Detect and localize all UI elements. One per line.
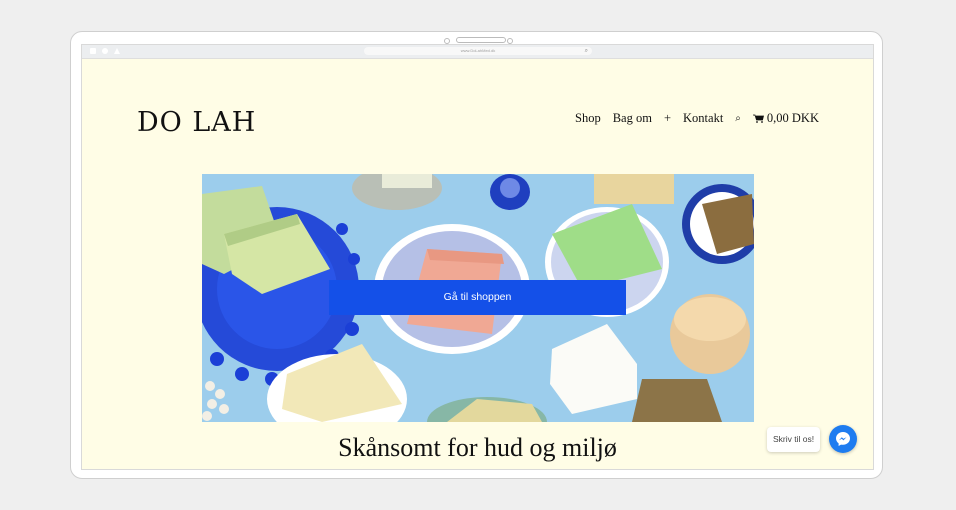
site-logo[interactable]: DO LAH xyxy=(137,107,256,138)
nav-item-shop[interactable]: Shop xyxy=(575,111,601,126)
cart-icon xyxy=(752,114,764,123)
messenger-icon xyxy=(836,432,850,446)
cart-link[interactable]: 0,00 DKK xyxy=(752,111,819,126)
window-square-icon[interactable] xyxy=(90,48,96,54)
device-speaker xyxy=(456,37,506,43)
chat-prompt[interactable]: Skriv til os! xyxy=(767,427,821,452)
window-circle-icon[interactable] xyxy=(102,48,108,54)
nav-item-kontakt[interactable]: Kontakt xyxy=(683,111,723,126)
browser-toolbar: www.DoLahMed.dk ⌕ xyxy=(82,45,873,59)
hero-image: Gå til shoppen xyxy=(202,174,754,422)
nav-item-plus[interactable]: + xyxy=(664,111,671,126)
window-triangle-icon[interactable] xyxy=(114,48,120,54)
shop-cta-button[interactable]: Gå til shoppen xyxy=(329,280,626,315)
browser-screen: www.DoLahMed.dk ⌕ DO LAH Shop Bag om + K… xyxy=(81,44,874,470)
device-frame: www.DoLahMed.dk ⌕ DO LAH Shop Bag om + K… xyxy=(70,31,883,479)
address-search-icon[interactable]: ⌕ xyxy=(585,47,588,55)
messenger-button[interactable] xyxy=(829,425,857,453)
address-text[interactable]: www.DoLahMed.dk xyxy=(461,48,495,53)
page-headline: Skånsomt for hud og miljø xyxy=(338,433,617,462)
cart-total: 0,00 DKK xyxy=(766,111,819,125)
address-bar[interactable]: www.DoLahMed.dk ⌕ xyxy=(364,47,592,55)
main-nav: Shop Bag om + Kontakt ⌕ 0,00 DKK xyxy=(575,111,819,126)
nav-item-bag-om[interactable]: Bag om xyxy=(613,111,652,126)
search-icon[interactable]: ⌕ xyxy=(735,113,741,124)
